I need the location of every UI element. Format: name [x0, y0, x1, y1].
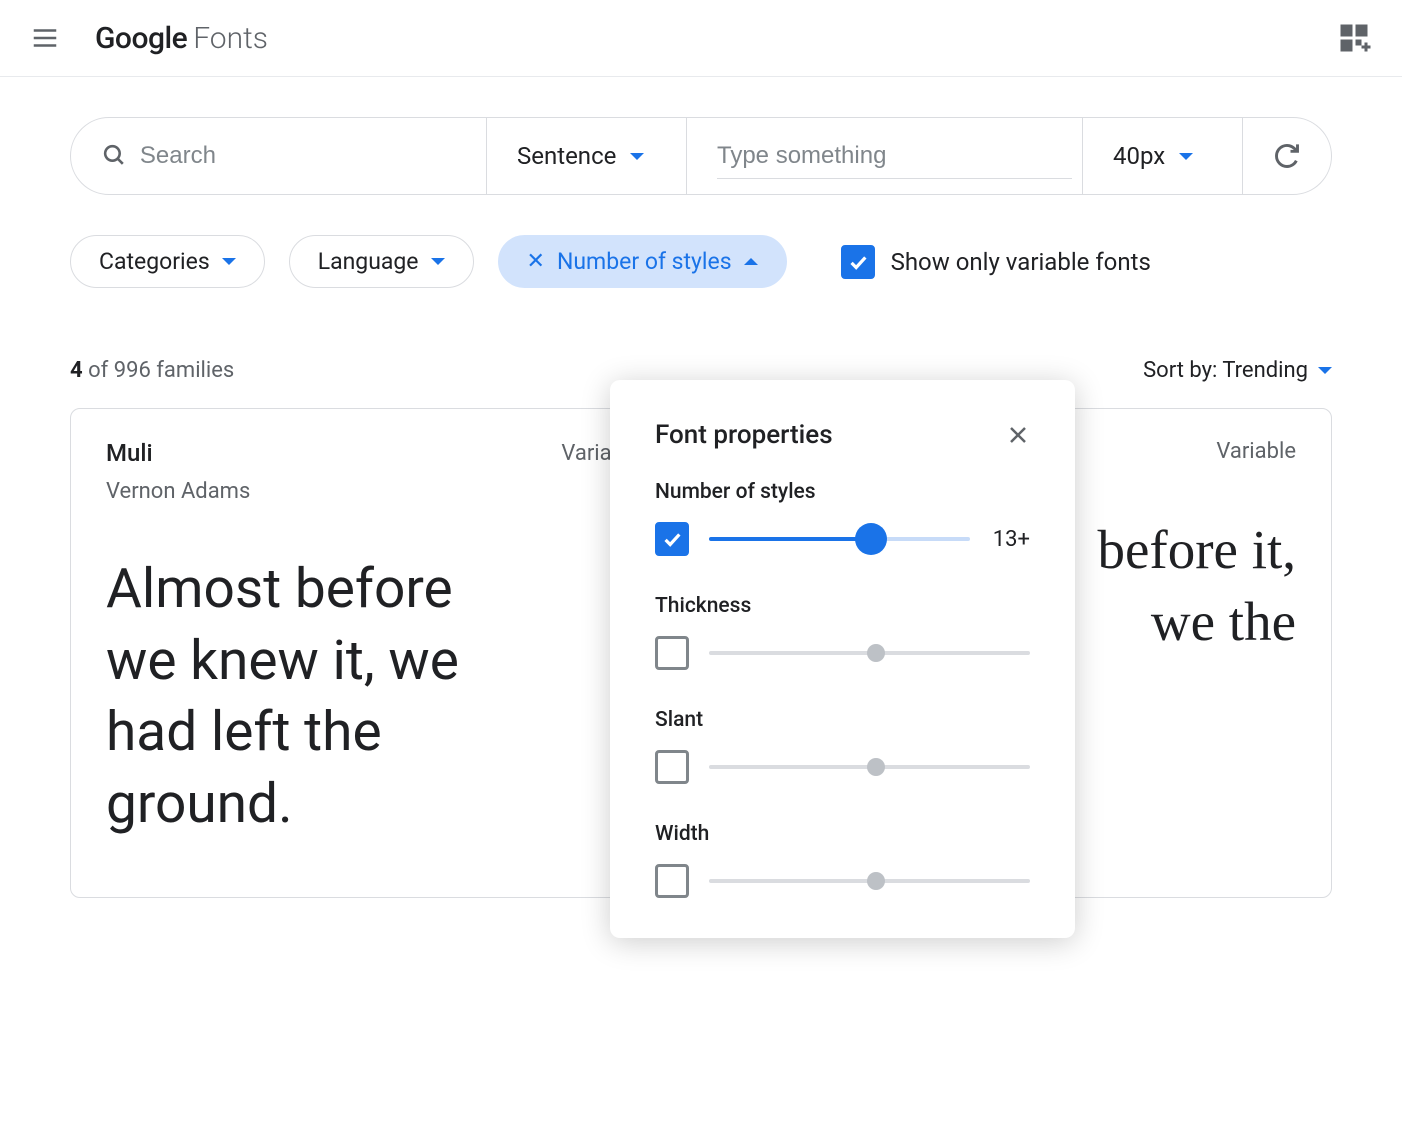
size-dropdown[interactable]: 40px [1082, 118, 1242, 194]
property-slider[interactable] [709, 765, 1030, 769]
chevron-down-icon [1318, 367, 1332, 374]
property-row [655, 636, 1030, 670]
language-label: Language [318, 248, 419, 275]
property-slant: Slant [655, 708, 1030, 784]
preview-mode-label: Sentence [517, 142, 616, 170]
logo-google-text: Google [95, 21, 187, 56]
property-row [655, 750, 1030, 784]
checkbox-icon [841, 245, 875, 279]
categories-filter[interactable]: Categories [70, 235, 265, 288]
chevron-down-icon [1179, 153, 1193, 160]
font-preview-text[interactable]: Almost before we knew it, we had left th… [106, 554, 536, 840]
property-thickness: Thickness [655, 594, 1030, 670]
searchbar: Sentence 40px [70, 117, 1332, 195]
preview-mode-dropdown[interactable]: Sentence [486, 118, 686, 194]
variable-badge: Variable [1216, 439, 1296, 464]
menu-icon[interactable] [30, 23, 60, 53]
slider-thumb[interactable] [867, 872, 885, 890]
reset-icon [1273, 142, 1301, 170]
grid-view-icon[interactable] [1336, 20, 1372, 56]
results-count-number: 4 [70, 358, 83, 383]
property-checkbox[interactable] [655, 750, 689, 784]
search-input[interactable] [140, 142, 456, 170]
searchbar-row: Sentence 40px [0, 77, 1402, 215]
font-properties-popover: Font properties Number of styles 13+ Thi… [610, 380, 1075, 938]
chevron-up-icon [744, 258, 758, 265]
chevron-down-icon [630, 153, 644, 160]
variable-fonts-checkbox[interactable]: Show only variable fonts [841, 245, 1151, 279]
close-popover-button[interactable] [1006, 423, 1030, 447]
slider-thumb[interactable] [867, 758, 885, 776]
results-count-suffix: of 996 families [83, 358, 235, 383]
property-width: Width [655, 822, 1030, 898]
slider-value: 13+ [990, 527, 1030, 552]
sort-dropdown[interactable]: Sort by: Trending [1143, 358, 1332, 383]
results-count: 4 of 996 families [70, 358, 234, 383]
close-icon[interactable]: ✕ [527, 249, 545, 274]
styles-filter[interactable]: ✕ Number of styles [498, 235, 787, 288]
property-row [655, 864, 1030, 898]
font-author: Vernon Adams [106, 479, 641, 504]
property-label: Width [655, 822, 1030, 846]
variable-fonts-label: Show only variable fonts [891, 248, 1151, 276]
language-filter[interactable]: Language [289, 235, 474, 288]
property-checkbox[interactable] [655, 522, 689, 556]
popover-header: Font properties [655, 420, 1030, 450]
popover-title: Font properties [655, 420, 833, 450]
size-label: 40px [1113, 142, 1165, 170]
filters-row: Categories Language ✕ Number of styles S… [0, 215, 1402, 318]
property-slider[interactable] [709, 651, 1030, 655]
font-card[interactable]: Muli Variable Vernon Adams Almost before… [70, 408, 677, 898]
property-label: Slant [655, 708, 1030, 732]
font-name: Muli [106, 439, 153, 467]
property-label: Number of styles [655, 480, 1030, 504]
logo[interactable]: Google Fonts [95, 21, 268, 56]
styles-label: Number of styles [557, 248, 732, 275]
card-header: Muli Variable [106, 439, 641, 467]
slider-thumb[interactable] [867, 644, 885, 662]
property-checkbox[interactable] [655, 864, 689, 898]
sort-label: Sort by: Trending [1143, 358, 1308, 383]
logo-fonts-text: Fonts [193, 21, 268, 56]
search-icon [101, 142, 126, 170]
property-row: 13+ [655, 522, 1030, 556]
property-slider[interactable] [709, 537, 970, 541]
preview-input-segment [686, 118, 1082, 194]
preview-text-input[interactable] [717, 134, 1072, 179]
categories-label: Categories [99, 248, 210, 275]
app-header: Google Fonts [0, 0, 1402, 77]
slider-thumb[interactable] [855, 523, 887, 555]
property-slider[interactable] [709, 879, 1030, 883]
search-segment[interactable] [71, 118, 486, 194]
font-preview-text[interactable]: before it, we the [1036, 514, 1296, 657]
property-number-of-styles: Number of styles 13+ [655, 480, 1030, 556]
chevron-down-icon [431, 258, 445, 265]
reset-button[interactable] [1242, 118, 1331, 194]
property-label: Thickness [655, 594, 1030, 618]
chevron-down-icon [222, 258, 236, 265]
property-checkbox[interactable] [655, 636, 689, 670]
